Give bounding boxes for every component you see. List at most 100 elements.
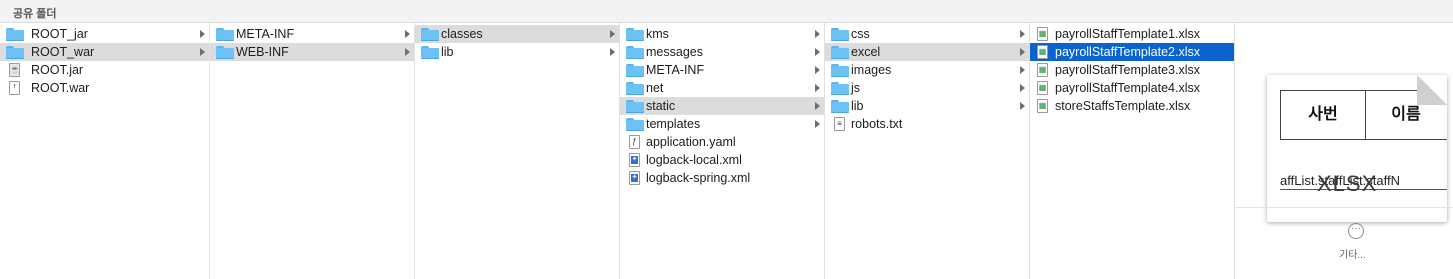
window-title: 공유 폴더 bbox=[13, 8, 57, 20]
chevron-right-icon bbox=[405, 30, 410, 38]
list-item-payroll-template-1[interactable]: ▦ payrollStaffTemplate1.xlsx bbox=[1030, 25, 1234, 43]
list-item-root-war[interactable]: ROOT_war bbox=[0, 43, 209, 61]
more-options-icon[interactable]: ··· bbox=[1348, 223, 1364, 239]
chevron-right-icon bbox=[815, 66, 820, 74]
page-curl-icon bbox=[1417, 75, 1447, 105]
item-label: css bbox=[851, 27, 870, 41]
chevron-right-icon bbox=[1020, 84, 1025, 92]
browser-column-1[interactable]: ROOT_jar ROOT_war ☕ ROOT.jar ᶠ ROOT.war bbox=[0, 23, 210, 279]
chevron-right-icon bbox=[200, 48, 205, 56]
list-item-templates[interactable]: templates bbox=[620, 115, 824, 133]
chevron-right-icon bbox=[1020, 102, 1025, 110]
item-label: ROOT.jar bbox=[31, 63, 84, 77]
browser-column-4[interactable]: kms messages META-INF net static templat… bbox=[620, 23, 825, 279]
chevron-right-icon bbox=[1020, 66, 1025, 74]
folder-icon bbox=[831, 28, 849, 41]
text-file-icon: ≡ bbox=[834, 117, 845, 131]
item-label: payrollStaffTemplate2.xlsx bbox=[1055, 45, 1200, 59]
browser-column-2[interactable]: META-INF WEB-INF bbox=[210, 23, 415, 279]
preview-pane: 사번 이름 affList.staffList.staffN XLSX ··· … bbox=[1235, 23, 1453, 279]
item-label: payrollStaffTemplate4.xlsx bbox=[1055, 81, 1200, 95]
chevron-right-icon bbox=[200, 30, 205, 38]
chevron-right-icon bbox=[815, 102, 820, 110]
list-item-excel[interactable]: excel bbox=[825, 43, 1029, 61]
list-item-static[interactable]: static bbox=[620, 97, 824, 115]
list-item-root-jar[interactable]: ROOT_jar bbox=[0, 25, 209, 43]
list-item-web-inf[interactable]: WEB-INF bbox=[210, 43, 414, 61]
browser-column-3[interactable]: classes lib bbox=[415, 23, 620, 279]
list-item-messages[interactable]: messages bbox=[620, 43, 824, 61]
chevron-right-icon bbox=[815, 120, 820, 128]
list-item-css[interactable]: css bbox=[825, 25, 1029, 43]
list-item-root-jar-file[interactable]: ☕ ROOT.jar bbox=[0, 61, 209, 79]
folder-icon bbox=[626, 118, 644, 131]
list-item-payroll-template-3[interactable]: ▦ payrollStaffTemplate3.xlsx bbox=[1030, 61, 1234, 79]
preview-cell-employee-id: 사번 bbox=[1281, 91, 1366, 139]
item-label: logback-spring.xml bbox=[646, 171, 751, 185]
list-item-logback-spring[interactable]: ✦ logback-spring.xml bbox=[620, 169, 824, 187]
item-label: application.yaml bbox=[646, 135, 736, 149]
jar-file-icon: ☕ bbox=[9, 63, 20, 77]
browser-column-5[interactable]: css excel images js lib ≡ robots.txt bbox=[825, 23, 1030, 279]
chevron-right-icon bbox=[815, 30, 820, 38]
list-item-store-staffs-template[interactable]: ▦ storeStaffsTemplate.xlsx bbox=[1030, 97, 1234, 115]
xlsx-file-icon: ▦ bbox=[1037, 27, 1048, 41]
list-item-root-war-file[interactable]: ᶠ ROOT.war bbox=[0, 79, 209, 97]
item-label: js bbox=[851, 81, 861, 95]
chevron-right-icon bbox=[405, 48, 410, 56]
list-item-js[interactable]: js bbox=[825, 79, 1029, 97]
chevron-right-icon bbox=[1020, 48, 1025, 56]
window-header: 공유 폴더 bbox=[0, 0, 1453, 23]
list-item-images[interactable]: images bbox=[825, 61, 1029, 79]
preview-file-kind: XLSX bbox=[1317, 171, 1378, 196]
item-label: images bbox=[851, 63, 892, 77]
more-options-label[interactable]: 기타... bbox=[1339, 246, 1366, 261]
list-item-net[interactable]: net bbox=[620, 79, 824, 97]
xlsx-file-icon: ▦ bbox=[1037, 45, 1048, 59]
folder-icon bbox=[626, 64, 644, 77]
preview-divider bbox=[1235, 207, 1453, 208]
folder-icon bbox=[6, 28, 24, 41]
item-label: static bbox=[646, 99, 676, 113]
item-label: templates bbox=[646, 117, 701, 131]
folder-icon bbox=[421, 28, 439, 41]
xlsx-file-icon: ▦ bbox=[1037, 63, 1048, 77]
item-label: logback-local.xml bbox=[646, 153, 742, 167]
xlsx-file-icon: ▦ bbox=[1037, 99, 1048, 113]
chevron-right-icon bbox=[610, 48, 615, 56]
item-label: net bbox=[646, 81, 664, 95]
chevron-right-icon bbox=[1020, 30, 1025, 38]
list-item-logback-local[interactable]: ✦ logback-local.xml bbox=[620, 151, 824, 169]
item-label: ROOT_war bbox=[31, 45, 95, 59]
item-label: storeStaffsTemplate.xlsx bbox=[1055, 99, 1191, 113]
list-item-lib[interactable]: lib bbox=[415, 43, 619, 61]
item-label: excel bbox=[851, 45, 881, 59]
folder-icon bbox=[626, 28, 644, 41]
item-label: WEB-INF bbox=[236, 45, 289, 59]
item-label: payrollStaffTemplate1.xlsx bbox=[1055, 27, 1200, 41]
folder-icon bbox=[421, 46, 439, 59]
folder-icon bbox=[831, 46, 849, 59]
item-label: ROOT_jar bbox=[31, 27, 88, 41]
list-item-robots-txt[interactable]: ≡ robots.txt bbox=[825, 115, 1029, 133]
item-label: robots.txt bbox=[851, 117, 903, 131]
list-item-meta-inf[interactable]: META-INF bbox=[620, 61, 824, 79]
list-item-kms[interactable]: kms bbox=[620, 25, 824, 43]
list-item-application-yaml[interactable]: ƒ application.yaml bbox=[620, 133, 824, 151]
item-label: messages bbox=[646, 45, 703, 59]
xlsx-file-icon: ▦ bbox=[1037, 81, 1048, 95]
file-preview-thumbnail[interactable]: 사번 이름 affList.staffList.staffN XLSX bbox=[1267, 75, 1447, 222]
list-item-payroll-template-4[interactable]: ▦ payrollStaffTemplate4.xlsx bbox=[1030, 79, 1234, 97]
list-item-classes[interactable]: classes bbox=[415, 25, 619, 43]
browser-column-6[interactable]: ▦ payrollStaffTemplate1.xlsx ▦ payrollSt… bbox=[1030, 23, 1235, 279]
file-icon: ᶠ bbox=[9, 81, 20, 95]
item-label: lib bbox=[851, 99, 864, 113]
item-label: classes bbox=[441, 27, 483, 41]
list-item-meta-inf[interactable]: META-INF bbox=[210, 25, 414, 43]
xml-file-icon: ✦ bbox=[629, 171, 640, 185]
chevron-right-icon bbox=[815, 84, 820, 92]
folder-icon bbox=[626, 82, 644, 95]
list-item-lib[interactable]: lib bbox=[825, 97, 1029, 115]
folder-icon bbox=[216, 46, 234, 59]
list-item-payroll-template-2[interactable]: ▦ payrollStaffTemplate2.xlsx bbox=[1030, 43, 1234, 61]
